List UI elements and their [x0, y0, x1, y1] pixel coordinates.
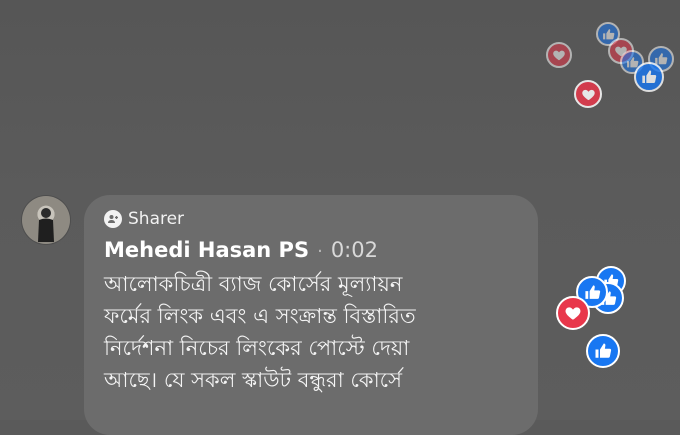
- comment-text: আলোকচিত্রী ব্যাজ কোর্সের মূল্যায়ন ফর্মে…: [104, 272, 416, 392]
- sharer-badge: Sharer: [104, 208, 184, 230]
- thumbs-up-icon: [584, 284, 600, 299]
- heart-icon: [553, 50, 565, 61]
- comment-header: Mehedi Hasan PS · 0:02: [104, 238, 378, 266]
- thumbs-up-icon: [595, 343, 612, 358]
- floating-like-reaction: [586, 334, 620, 368]
- floating-love-reaction: [574, 80, 602, 108]
- author-name[interactable]: Mehedi Hasan PS: [104, 238, 309, 262]
- avatar-figure: [38, 208, 54, 242]
- sharer-label: Sharer: [128, 209, 185, 229]
- heart-icon: [565, 307, 581, 320]
- floating-like-reaction: [634, 62, 664, 92]
- floating-love-reaction: [546, 42, 572, 68]
- heart-icon: [581, 89, 595, 100]
- separator-dot: ·: [317, 241, 323, 262]
- thumbs-up-icon: [602, 28, 614, 39]
- sharer-icon: [104, 210, 122, 228]
- avatar[interactable]: [22, 196, 70, 244]
- floating-love-reaction: [556, 296, 590, 330]
- thumbs-up-icon: [642, 70, 657, 83]
- comment-timestamp[interactable]: 0:02: [331, 238, 378, 262]
